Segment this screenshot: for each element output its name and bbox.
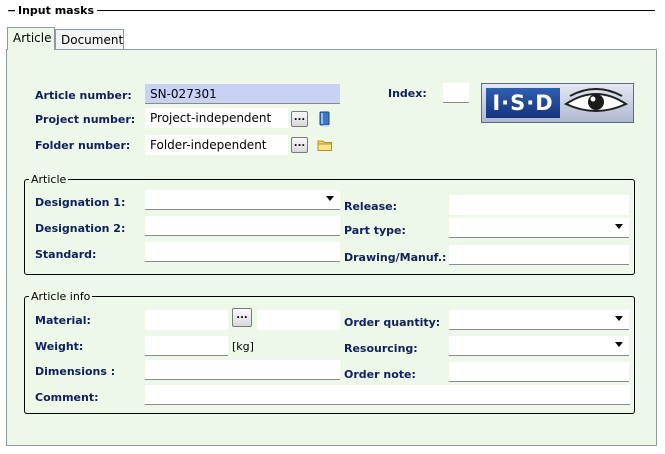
folder-number-label: Folder number: — [35, 139, 131, 152]
chevron-down-icon — [615, 316, 623, 321]
standard-field[interactable] — [145, 242, 340, 262]
header-divider — [97, 10, 655, 11]
chevron-down-icon — [326, 196, 334, 201]
designation2-label: Designation 2: — [35, 222, 126, 235]
article-info-group-title: Article info — [29, 290, 93, 303]
tab-article[interactable]: Article — [7, 27, 55, 50]
chevron-down-icon — [615, 342, 623, 347]
folder-number-browse-button[interactable]: ... — [291, 137, 308, 153]
project-number-browse-button[interactable]: ... — [291, 111, 308, 127]
tab-document[interactable]: Document — [55, 29, 124, 49]
designation1-dropdown[interactable] — [145, 190, 340, 210]
article-group-title: Article — [29, 173, 69, 186]
section-header: − Input masks — [0, 0, 665, 22]
project-number-label: Project number: — [35, 113, 136, 126]
designation1-label: Designation 1: — [35, 196, 126, 209]
resourcing-dropdown[interactable] — [449, 336, 629, 356]
designation2-field[interactable] — [145, 216, 340, 236]
eye-logo-icon — [562, 88, 630, 118]
resourcing-label: Resourcing: — [344, 342, 418, 355]
order-note-field[interactable] — [449, 362, 629, 382]
collapse-toggle[interactable]: − — [7, 5, 16, 16]
order-note-label: Order note: — [344, 368, 416, 381]
drawing-manuf-field[interactable] — [449, 245, 629, 265]
comment-label: Comment: — [35, 391, 99, 404]
isd-logo: I·S·D — [481, 83, 634, 123]
project-number-field[interactable]: Project-independent — [145, 108, 288, 128]
section-title: Input masks — [18, 4, 95, 17]
article-number-label: Article number: — [35, 89, 132, 102]
material-field[interactable] — [145, 310, 228, 330]
folder-number-field[interactable]: Folder-independent — [145, 135, 288, 155]
release-label: Release: — [344, 200, 397, 213]
material-label: Material: — [35, 314, 91, 327]
material-secondary-field[interactable] — [257, 310, 340, 330]
weight-label: Weight: — [35, 340, 84, 353]
standard-label: Standard: — [35, 248, 97, 261]
index-label: Index: — [388, 87, 427, 100]
article-number-field[interactable]: SN-027301 — [145, 84, 340, 104]
chevron-down-icon — [615, 224, 623, 229]
weight-field[interactable] — [145, 336, 228, 356]
drawing-manuf-label: Drawing/Manuf.: — [344, 251, 447, 264]
dimensions-label: Dimensions : — [35, 365, 116, 378]
part-type-dropdown[interactable] — [449, 218, 629, 238]
material-browse-button[interactable]: ... — [232, 308, 252, 327]
release-field[interactable] — [449, 195, 629, 215]
order-quantity-label: Order quantity: — [344, 316, 441, 329]
weight-unit: [kg] — [232, 340, 254, 353]
order-quantity-dropdown[interactable] — [449, 310, 629, 330]
dimensions-field[interactable] — [145, 360, 340, 380]
tab-document-label: Document — [61, 33, 124, 47]
tab-article-label: Article — [13, 31, 52, 45]
isd-logo-text: I·S·D — [486, 88, 560, 118]
book-icon[interactable] — [316, 110, 334, 128]
comment-field[interactable] — [145, 385, 630, 405]
index-field[interactable] — [443, 83, 469, 103]
folder-icon[interactable] — [316, 136, 334, 154]
part-type-label: Part type: — [344, 224, 406, 237]
